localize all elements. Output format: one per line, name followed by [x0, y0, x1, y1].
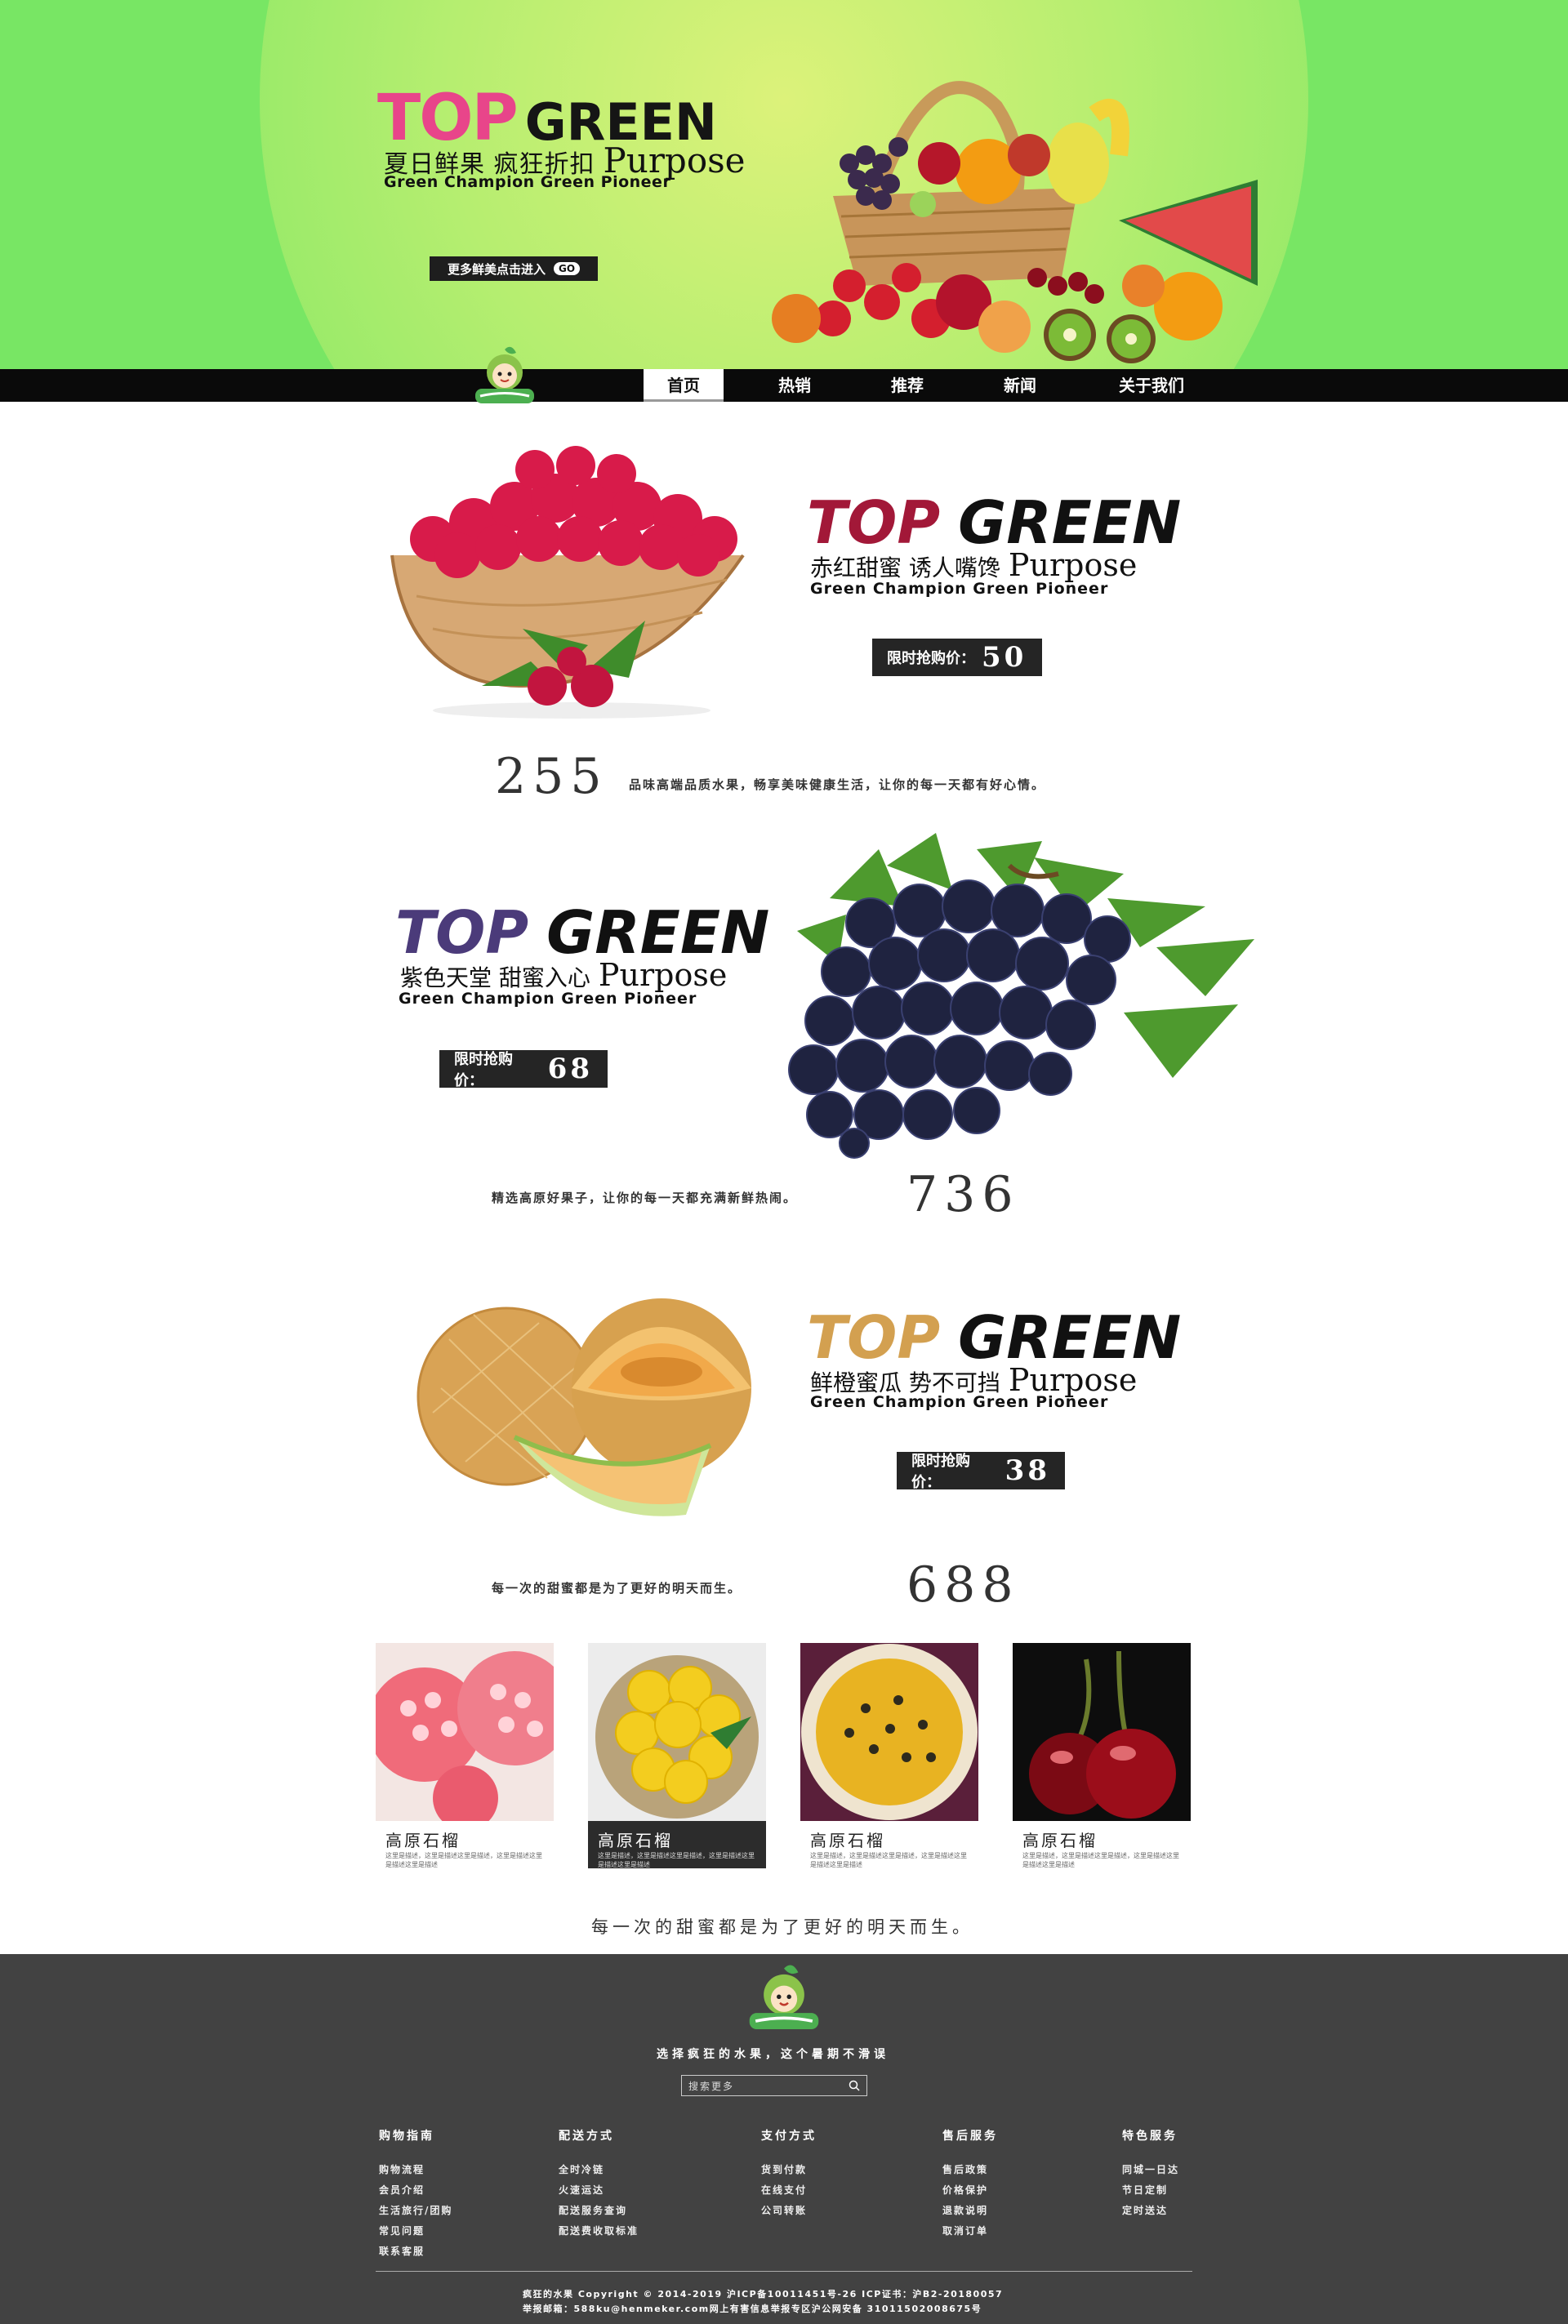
section2-subtitle-en: Purpose: [598, 957, 728, 993]
section1-subtitle: 赤红甜蜜 诱人嘴馋 Purpose: [810, 547, 1137, 583]
footer-col-aftersales: 售后服务 售后政策 价格保护 退款说明 取消订单: [942, 2127, 998, 2242]
footer-link[interactable]: 火速运达: [559, 2180, 639, 2201]
fruit-mascot-logo[interactable]: [472, 345, 537, 410]
product-card[interactable]: 高原石榴 这里是描述，这里是描述这里是描述，这里是描述这里是描述这里是描述: [1013, 1643, 1191, 1880]
hero-tagline: Green Champion Green Pioneer: [384, 173, 671, 191]
section1-price-badge[interactable]: 限时抢购价： 50: [872, 639, 1042, 676]
footer-col-heading: 购物指南: [379, 2130, 434, 2143]
footer-link[interactable]: 公司转账: [761, 2201, 817, 2221]
hero-cta-go: GO: [553, 262, 581, 275]
product-desc: 这里是描述，这里是描述这里是描述，这里是描述这里是描述这里是描述: [810, 1852, 967, 1868]
footer-link[interactable]: 生活旅行/团购: [379, 2201, 452, 2221]
nav-item-news[interactable]: 新闻: [983, 369, 1057, 402]
nav-item-recommend[interactable]: 推荐: [871, 369, 944, 402]
footer-link[interactable]: 定时送达: [1122, 2201, 1179, 2221]
footer-link[interactable]: 退款说明: [942, 2201, 998, 2221]
product-name: 高原石榴: [810, 1831, 885, 1850]
hero-banner: TOP GREEN 夏日鲜果 疯狂折扣 Purpose Green Champion…: [0, 0, 1568, 369]
product-desc: 这里是描述，这里是描述这里是描述，这里是描述这里是描述这里是描述: [385, 1852, 542, 1868]
section1-subtitle-cn: 赤红甜蜜 诱人嘴馋: [810, 554, 1000, 581]
passion-fruit-icon: [800, 1643, 978, 1821]
footer-link[interactable]: 售后政策: [942, 2160, 998, 2180]
section3-price-label: 限时抢购价：: [911, 1453, 970, 1491]
footer-search-input[interactable]: 搜索更多: [681, 2075, 867, 2096]
footer-link[interactable]: 同城一日达: [1122, 2160, 1179, 2180]
footer-report: 举报邮箱：588ku@henmeker.com网上有害信息举报专区沪公网安备 3…: [523, 2304, 982, 2314]
section1-number: 255: [495, 748, 608, 805]
footer-col-delivery: 配送方式 全时冷链 火速运达 配送服务查询 配送费收取标准: [559, 2127, 639, 2242]
footer-link[interactable]: 配送服务查询: [559, 2201, 639, 2221]
closing-line: 每一次的甜蜜都是为了更好的明天而生。: [591, 1917, 973, 1937]
footer-link[interactable]: 配送费收取标准: [559, 2221, 639, 2242]
footer-search-placeholder: 搜索更多: [688, 2080, 735, 2092]
section2-price-badge[interactable]: 限时抢购价： 68: [439, 1050, 608, 1089]
footer-col-payment: 支付方式 货到付款 在线支付 公司转账: [761, 2127, 817, 2221]
section2-price-value: 68: [547, 1053, 593, 1085]
footer-link[interactable]: 常见问题: [379, 2221, 452, 2242]
product-card[interactable]: 高原石榴 这里是描述，这里是描述这里是描述，这里是描述这里是描述这里是描述: [376, 1643, 554, 1880]
footer-col-heading: 配送方式: [559, 2130, 614, 2143]
grapes-icon: [764, 833, 1254, 1160]
footer-col-heading: 售后服务: [942, 2130, 998, 2143]
cantaloupe-icon: [416, 1282, 776, 1527]
product-name: 高原石榴: [385, 1831, 461, 1850]
section1-price-value: 50: [982, 641, 1027, 674]
footer-divider: [376, 2271, 1192, 2272]
footer-link[interactable]: 全时冷链: [559, 2160, 639, 2180]
pomegranate-icon: [376, 1643, 554, 1821]
fruit-basket-icon: [735, 41, 1258, 367]
section3-tagline: Green Champion Green Pioneer: [810, 1393, 1109, 1411]
section3-description: 每一次的甜蜜都是为了更好的明天而生。: [492, 1581, 742, 1596]
section2-tagline: Green Champion Green Pioneer: [399, 990, 697, 1008]
footer-col-heading: 支付方式: [761, 2130, 817, 2143]
fruit-mascot-logo[interactable]: [743, 1962, 825, 2037]
product-card[interactable]: 高原石榴 这里是描述，这里是描述这里是描述，这里是描述这里是描述这里是描述: [588, 1643, 766, 1880]
footer-link[interactable]: 联系客服: [379, 2242, 452, 2262]
footer: 选择疯狂的水果，这个暑期不滑误 搜索更多 购物指南 购物流程 会员介绍 生活旅行…: [0, 1954, 1568, 2324]
footer-link[interactable]: 价格保护: [942, 2180, 998, 2201]
section3-number: 688: [906, 1556, 1020, 1614]
section3-price-badge[interactable]: 限时抢购价： 38: [897, 1452, 1065, 1491]
footer-link[interactable]: 购物流程: [379, 2160, 452, 2180]
product-desc: 这里是描述，这里是描述这里是描述，这里是描述这里是描述这里是描述: [598, 1852, 755, 1868]
product-name: 高原石榴: [598, 1831, 673, 1850]
footer-link[interactable]: 在线支付: [761, 2180, 817, 2201]
section2-subtitle-cn: 紫色天堂 甜蜜入心: [400, 964, 590, 991]
section2-description: 精选高原好果子，让你的每一天都充满新鲜热闹。: [492, 1191, 798, 1205]
product-name: 高原石榴: [1022, 1831, 1098, 1850]
product-desc: 这里是描述，这里是描述这里是描述，这里是描述这里是描述这里是描述: [1022, 1852, 1179, 1868]
section1-price-label: 限时抢购价：: [887, 650, 975, 667]
lemons-icon: [588, 1643, 766, 1821]
section3-price-value: 38: [1004, 1454, 1050, 1487]
product-card[interactable]: 高原石榴 这里是描述，这里是描述这里是描述，这里是描述这里是描述这里是描述: [800, 1643, 978, 1880]
footer-link[interactable]: 货到付款: [761, 2160, 817, 2180]
nav-item-hot[interactable]: 热销: [758, 369, 831, 402]
cherries-icon: [1013, 1643, 1191, 1821]
footer-col-heading: 特色服务: [1122, 2130, 1178, 2143]
footer-col-shopping: 购物指南 购物流程 会员介绍 生活旅行/团购 常见问题 联系客服: [379, 2127, 452, 2262]
footer-link[interactable]: 会员介绍: [379, 2180, 452, 2201]
section2-subtitle: 紫色天堂 甜蜜入心 Purpose: [400, 957, 727, 993]
hero-cta-label: 更多鲜美点击进入: [447, 261, 546, 277]
search-icon[interactable]: [849, 2080, 860, 2091]
nav-item-about[interactable]: 关于我们: [1101, 369, 1202, 402]
footer-copyright: 疯狂的水果 Copyright © 2014-2019 沪ICP备1001145…: [523, 2289, 1004, 2300]
nav-item-home[interactable]: 首页: [644, 369, 724, 402]
hero-cta-button[interactable]: 更多鲜美点击进入 GO: [430, 256, 598, 281]
section2-number: 736: [906, 1166, 1020, 1223]
footer-link[interactable]: 节日定制: [1122, 2180, 1179, 2201]
footer-link[interactable]: 取消订单: [942, 2221, 998, 2242]
section1-subtitle-en: Purpose: [1008, 547, 1138, 583]
section1-description: 品味高端品质水果，畅享美味健康生活，让你的每一天都有好心情。: [629, 777, 1046, 792]
section1-tagline: Green Champion Green Pioneer: [810, 580, 1109, 598]
footer-col-special: 特色服务 同城一日达 节日定制 定时送达: [1122, 2127, 1179, 2221]
section2-price-label: 限时抢购价：: [454, 1051, 513, 1089]
footer-slogan: 选择疯狂的水果，这个暑期不滑误: [657, 2048, 889, 2061]
raspberry-bowl-icon: [384, 441, 760, 727]
